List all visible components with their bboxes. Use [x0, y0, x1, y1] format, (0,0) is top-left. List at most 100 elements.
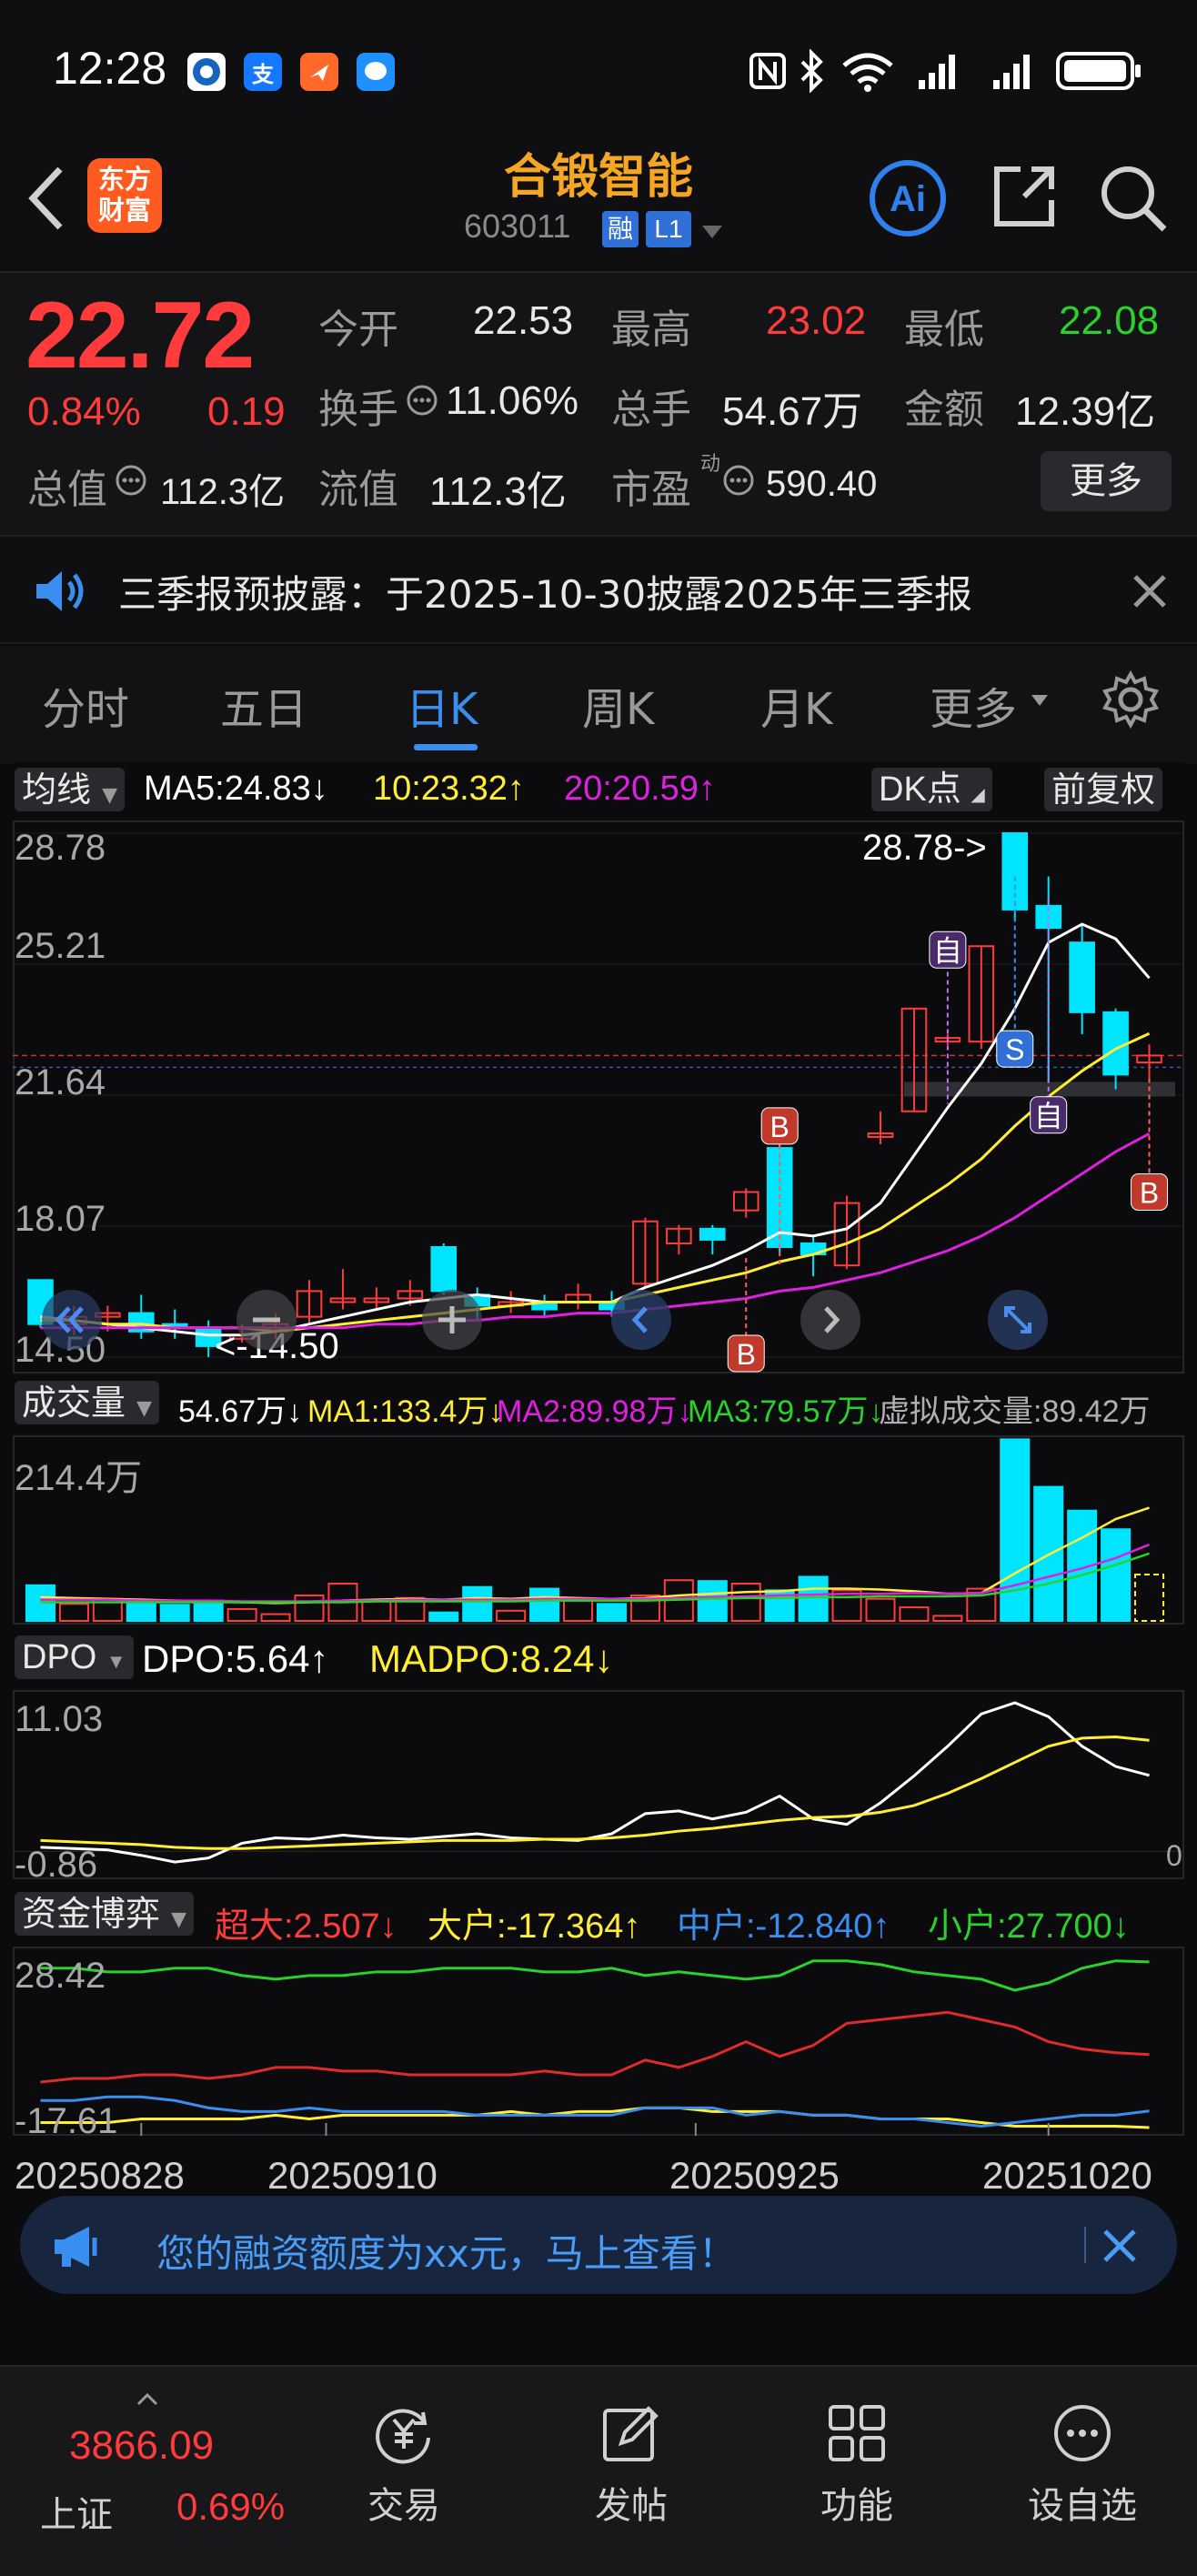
- volume-bar: [1101, 1528, 1132, 1622]
- dk-point-label: DK点: [879, 770, 961, 809]
- candle-body: [699, 1227, 726, 1241]
- dpo-frame: [13, 1690, 1184, 1879]
- chart-settings-gear-icon[interactable]: [1101, 669, 1161, 733]
- close-promo-icon[interactable]: [1101, 2227, 1139, 2269]
- nav-post-label: 发帖: [595, 2485, 668, 2527]
- scroll-left-fast-button[interactable]: [42, 1290, 102, 1350]
- nav-add-watchlist-label: 设自选: [1028, 2485, 1137, 2527]
- message-app-icon: [357, 53, 395, 91]
- close-notice-icon[interactable]: [1130, 571, 1170, 615]
- tab-monthly-k[interactable]: 月K: [760, 673, 832, 737]
- volume-ma3: MA3:79.57万↓: [688, 1394, 884, 1429]
- tab-intraday[interactable]: 分时: [42, 673, 129, 737]
- scroll-left-button[interactable]: [611, 1290, 671, 1350]
- change-percent: 0.84%: [27, 389, 141, 434]
- info-icon[interactable]: [115, 464, 147, 500]
- volume-ma-line-ma2: [40, 1543, 1150, 1603]
- volume-bar: [496, 1609, 527, 1622]
- nav-post[interactable]: 发帖: [558, 2401, 704, 2529]
- index-name[interactable]: 上证: [40, 2485, 113, 2538]
- ma-dropdown-icon: ▼: [102, 784, 118, 807]
- info-icon[interactable]: [406, 384, 438, 420]
- volume-dropdown-icon: ▼: [136, 1397, 153, 1420]
- promo-divider: [1084, 2227, 1086, 2263]
- volume-indicator-label: 成交量: [22, 1383, 126, 1423]
- volume-chart[interactable]: [13, 1435, 1184, 1625]
- tab-five-day[interactable]: 五日: [220, 673, 307, 737]
- dk-point-button[interactable]: DK点 ◢: [871, 768, 992, 811]
- nav-add-watchlist[interactable]: 设自选: [1010, 2401, 1155, 2529]
- ma-line-ma5: [40, 922, 1151, 1337]
- dpo-y-bottom: -0.86: [15, 1845, 98, 1885]
- volume-ma-line-ma3: [40, 1552, 1150, 1604]
- kline-y-label-3: 18.07: [15, 1199, 106, 1239]
- info-icon[interactable]: [722, 464, 755, 500]
- price-adjust-button[interactable]: 前复权: [1044, 768, 1163, 811]
- date-label-1: 20250910: [267, 2154, 438, 2197]
- tab-daily-k[interactable]: 日K: [406, 673, 478, 737]
- volume-bar: [226, 1607, 257, 1622]
- fund-frame: [13, 1947, 1184, 2136]
- notice-text: 三季报预披露：于2025-10-30披露2025年三季报: [118, 572, 972, 617]
- more-stats-button[interactable]: 更多: [1041, 451, 1172, 511]
- volume-y-label: 214.4万: [15, 1458, 143, 1498]
- dpo-indicator-label: DPO: [22, 1638, 97, 1676]
- high-price-marker: 28.78->: [862, 828, 987, 868]
- volume-bar: [260, 1613, 291, 1622]
- search-icon[interactable]: [1097, 162, 1170, 238]
- change-amount: 0.19: [207, 389, 286, 434]
- nav-functions[interactable]: 功能: [784, 2401, 930, 2529]
- speaker-icon: [33, 568, 87, 619]
- zoom-in-button[interactable]: [422, 1290, 482, 1350]
- self-select-marker: 自: [933, 934, 962, 967]
- zoom-out-button[interactable]: [236, 1290, 297, 1350]
- ma-indicator-label: 均线: [22, 770, 92, 810]
- sell-marker: S: [1005, 1033, 1024, 1066]
- buy-marker: B: [737, 1338, 756, 1371]
- dpo-value: DPO:5.64↑: [142, 1637, 329, 1680]
- tab-weekly-k[interactable]: 周K: [582, 673, 654, 737]
- fullscreen-button[interactable]: [988, 1290, 1048, 1350]
- stat-value-turnover: 11.06%: [446, 378, 578, 423]
- stock-code: 603011: [464, 207, 571, 245]
- nav-trade[interactable]: 交易: [331, 2401, 477, 2529]
- wifi-icon: [839, 49, 897, 96]
- dk-corner-icon: ◢: [971, 785, 985, 805]
- fund-chart[interactable]: [13, 1947, 1184, 2136]
- volume-bar: [1000, 1438, 1031, 1622]
- stat-label-turnover: 换手: [318, 387, 398, 433]
- pe-superscript: 动: [700, 453, 721, 476]
- expand-up-icon[interactable]: [136, 2392, 158, 2410]
- share-icon[interactable]: [990, 162, 1059, 235]
- index-value[interactable]: 3866.09: [69, 2423, 214, 2469]
- stat-label-volume: 总手: [611, 387, 691, 433]
- tab-more[interactable]: 更多: [930, 673, 1017, 737]
- fund-line-1: [40, 2106, 1150, 2129]
- volume-bar: [428, 1611, 459, 1623]
- volume-indicator-select[interactable]: 成交量 ▼: [15, 1381, 160, 1424]
- level-tag[interactable]: L1: [646, 211, 691, 247]
- stat-label-high: 最高: [611, 307, 691, 353]
- ma-line-ma10: [40, 1031, 1151, 1333]
- index-change[interactable]: 0.69%: [176, 2485, 285, 2529]
- dpo-chart[interactable]: [13, 1690, 1184, 1879]
- signal-icon-1: [917, 51, 962, 95]
- stat-value-high: 23.02: [766, 298, 867, 343]
- candle-body: [1069, 941, 1095, 1013]
- tab-more-dropdown-icon[interactable]: [1030, 693, 1050, 711]
- volume-bar: [865, 1597, 896, 1622]
- volume-bar: [730, 1582, 761, 1623]
- ma-indicator-select[interactable]: 均线 ▼: [15, 768, 126, 811]
- trade-yuan-icon: [372, 2401, 436, 2465]
- level-dropdown-icon[interactable]: [700, 224, 724, 244]
- scroll-right-button[interactable]: [800, 1290, 860, 1350]
- signal-icon-2: [991, 51, 1037, 95]
- fund-indicator-select[interactable]: 资金博弈 ▼: [15, 1892, 195, 1936]
- current-price: 22.72: [25, 283, 255, 388]
- stat-label-market-cap: 总值: [27, 467, 107, 513]
- volume-ma2: MA2:89.98万↓: [497, 1394, 693, 1429]
- dpo-indicator-select[interactable]: DPO ▼: [15, 1635, 134, 1679]
- ai-assistant-icon[interactable]: Ai: [868, 158, 948, 242]
- stat-label-low: 最低: [904, 307, 984, 353]
- volume-bar: [529, 1587, 560, 1623]
